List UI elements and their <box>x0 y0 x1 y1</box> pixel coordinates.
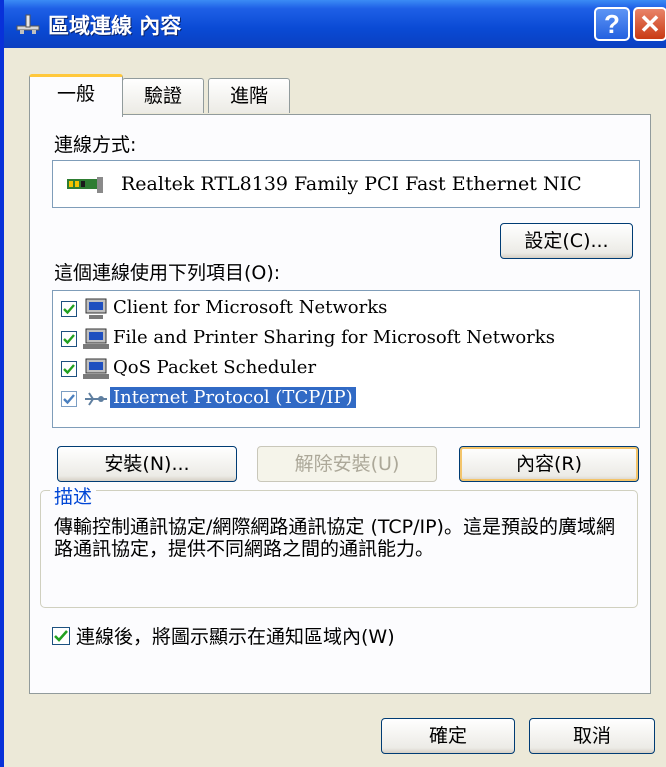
checkbox-qos[interactable] <box>61 361 77 377</box>
connect-using-label: 連線方式: <box>54 134 137 156</box>
cancel-button[interactable]: 取消 <box>529 718 655 754</box>
components-list[interactable]: Client for Microsoft Networks File and P… <box>52 290 640 428</box>
configure-button[interactable]: 設定(C)... <box>500 223 633 259</box>
network-protocol-icon <box>85 392 107 406</box>
show-tray-icon-checkbox[interactable] <box>52 627 70 645</box>
ok-button[interactable]: 確定 <box>381 718 515 754</box>
checkmark-icon <box>63 364 75 375</box>
checkmark-icon <box>54 630 68 642</box>
adapter-box: Realtek RTL8139 Family PCI Fast Ethernet… <box>52 160 640 208</box>
checkmark-icon <box>63 394 75 405</box>
list-item-client[interactable]: Client for Microsoft Networks <box>61 295 621 323</box>
item-label: Internet Protocol (TCP/IP) <box>110 387 356 408</box>
description-legend: 描述 <box>50 482 97 509</box>
properties-button[interactable]: 內容(R) <box>459 446 639 482</box>
title-bar[interactable]: 區域連線 內容 ? ✕ <box>4 0 666 48</box>
show-tray-icon-label[interactable]: 連線後，將圖示顯示在通知區域內(W) <box>76 622 395 649</box>
network-service-icon <box>83 328 109 349</box>
network-client-icon <box>85 298 107 319</box>
item-label: QoS Packet Scheduler <box>113 357 317 378</box>
tab-general[interactable]: 一般 <box>29 74 123 117</box>
checkbox-client[interactable] <box>61 301 77 317</box>
checkbox-tcpip[interactable] <box>61 391 77 407</box>
item-label: File and Printer Sharing for Microsoft N… <box>113 327 555 348</box>
help-button[interactable]: ? <box>594 7 630 41</box>
items-label: 這個連線使用下列項目(O): <box>54 262 281 284</box>
window-title: 區域連線 內容 <box>48 14 182 38</box>
checkmark-icon <box>63 334 75 345</box>
install-button[interactable]: 安裝(N)... <box>57 446 237 482</box>
network-connection-icon <box>16 14 40 34</box>
checkbox-file-sharing[interactable] <box>61 331 77 347</box>
item-label: Client for Microsoft Networks <box>113 297 388 318</box>
list-item-tcpip[interactable]: Internet Protocol (TCP/IP) <box>61 385 621 413</box>
close-button[interactable]: ✕ <box>633 7 666 41</box>
properties-dialog: 區域連線 內容 ? ✕ 一般 驗證 進階 連線方式: Realtek RTL81… <box>0 0 666 767</box>
tab-advanced[interactable]: 進階 <box>208 78 290 113</box>
uninstall-button[interactable]: 解除安裝(U) <box>257 446 437 482</box>
network-adapter-icon <box>67 177 103 193</box>
tab-authentication[interactable]: 驗證 <box>122 78 204 113</box>
list-item-file-sharing[interactable]: File and Printer Sharing for Microsoft N… <box>61 325 621 353</box>
description-text: 傳輸控制通訊協定/網際網路通訊協定 (TCP/IP)。這是預設的廣域網路通訊協定… <box>54 516 615 560</box>
network-service-icon <box>83 358 109 379</box>
list-item-qos[interactable]: QoS Packet Scheduler <box>61 355 621 383</box>
checkmark-icon <box>63 304 75 315</box>
adapter-name: Realtek RTL8139 Family PCI Fast Ethernet… <box>121 173 582 195</box>
